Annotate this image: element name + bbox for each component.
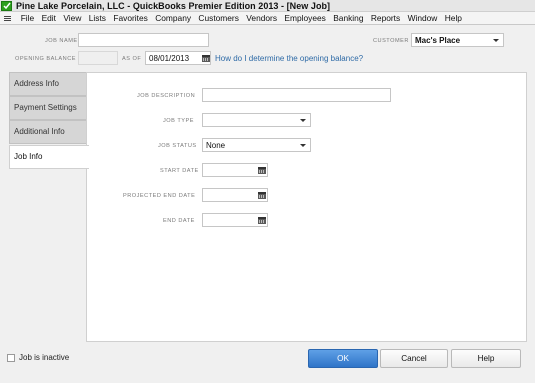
customer-value: Mac's Place (415, 36, 461, 45)
job-description-label: JOB DESCRIPTION (137, 93, 196, 99)
menu-help[interactable]: Help (441, 13, 466, 23)
menu-file[interactable]: File (17, 13, 38, 23)
opening-balance-input[interactable] (78, 51, 118, 65)
job-status-value: None (206, 141, 226, 150)
menu-lists[interactable]: Lists (85, 13, 110, 23)
start-date-label: START DATE (160, 168, 199, 174)
projected-end-date-input[interactable] (202, 188, 268, 202)
menu-company[interactable]: Company (152, 13, 195, 23)
title-bar: Pine Lake Porcelain, LLC - QuickBooks Pr… (0, 0, 535, 12)
tab-job-info[interactable]: Job Info (9, 145, 89, 169)
menu-favorites[interactable]: Favorites (110, 13, 152, 23)
as-of-label: AS OF (122, 56, 142, 62)
end-date-label: END DATE (163, 218, 195, 224)
menu-window[interactable]: Window (404, 13, 441, 23)
job-inactive-checkbox[interactable] (7, 354, 15, 362)
menu-view[interactable]: View (60, 13, 85, 23)
menu-vendors[interactable]: Vendors (243, 13, 281, 23)
menu-reports[interactable]: Reports (367, 13, 404, 23)
customer-label: CUSTOMER (373, 38, 409, 44)
start-date-input[interactable] (202, 163, 268, 177)
calendar-icon[interactable] (258, 167, 266, 174)
quickbooks-app-icon (1, 0, 12, 11)
window-title: Pine Lake Porcelain, LLC - QuickBooks Pr… (16, 0, 331, 11)
job-description-input[interactable] (202, 88, 391, 102)
ok-button[interactable]: OK (308, 349, 378, 368)
menu-customers[interactable]: Customers (195, 13, 243, 23)
menu-bar: File Edit View Lists Favorites Company C… (0, 12, 535, 25)
chevron-down-icon (493, 39, 499, 42)
tab-additional-info[interactable]: Additional Info (9, 120, 87, 144)
job-inactive-label: Job is inactive (19, 353, 70, 362)
end-date-input[interactable] (202, 213, 268, 227)
opening-balance-help-link[interactable]: How do I determine the opening balance? (215, 54, 363, 63)
job-name-label: JOB NAME (45, 38, 78, 44)
calendar-icon[interactable] (258, 217, 266, 224)
job-name-input[interactable] (78, 33, 209, 47)
tab-address-info[interactable]: Address Info (9, 72, 87, 96)
menu-employees[interactable]: Employees (281, 13, 330, 23)
cancel-button[interactable]: Cancel (380, 349, 448, 368)
menu-banking[interactable]: Banking (330, 13, 368, 23)
job-status-dropdown[interactable]: None (202, 138, 311, 152)
calendar-icon[interactable] (258, 192, 266, 199)
as-of-date-input[interactable]: 08/01/2013 (145, 51, 211, 65)
job-status-label: JOB STATUS (158, 143, 197, 149)
opening-balance-label: OPENING BALANCE (15, 56, 76, 62)
calendar-icon[interactable] (202, 55, 210, 62)
help-button[interactable]: Help (451, 349, 521, 368)
tab-payment-settings[interactable]: Payment Settings (9, 96, 87, 120)
chevron-down-icon (300, 144, 306, 147)
job-type-dropdown[interactable] (202, 113, 311, 127)
system-menu-icon[interactable] (3, 14, 13, 23)
menu-edit[interactable]: Edit (38, 13, 60, 23)
chevron-down-icon (300, 119, 306, 122)
customer-dropdown[interactable]: Mac's Place (411, 33, 504, 47)
as-of-date-value: 08/01/2013 (149, 54, 190, 63)
job-type-label: JOB TYPE (163, 118, 194, 124)
projected-end-date-label: PROJECTED END DATE (123, 193, 196, 199)
